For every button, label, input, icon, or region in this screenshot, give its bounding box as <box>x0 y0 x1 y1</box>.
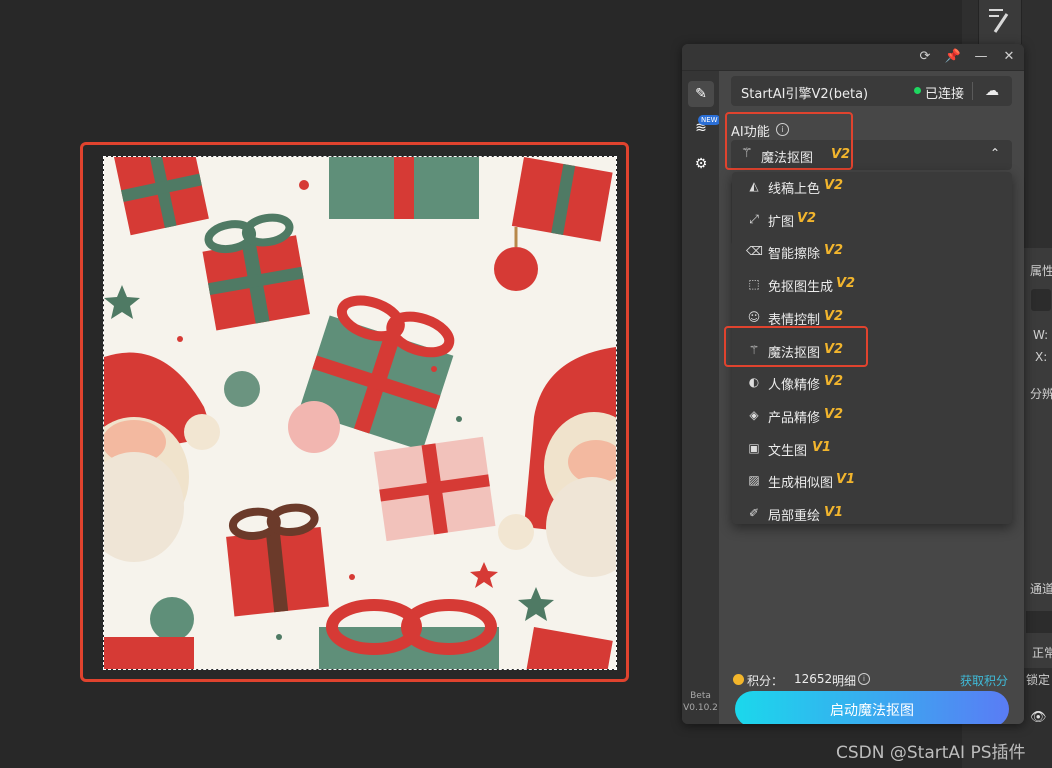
item-label: 免抠图生成 <box>768 280 834 296</box>
christmas-pattern-image[interactable] <box>103 156 617 670</box>
dropdown-item-similar-image[interactable]: ▨ 生成相似图 V1 <box>732 466 1012 496</box>
version-number: V0.10.2 <box>683 703 718 713</box>
eraser-icon: ⌫ <box>746 244 763 259</box>
edit-pen-icon[interactable]: ✎ <box>688 81 714 107</box>
ps-resolution-label: 分辨 <box>1030 387 1052 401</box>
engine-name: StartAI引擎V2(beta) <box>741 87 869 102</box>
close-icon[interactable]: ✕ <box>1000 48 1018 66</box>
item-version: V2 <box>824 243 844 259</box>
panel-titlebar: ⟳ 📌 — ✕ <box>682 44 1024 71</box>
smiley-icon: ☺ <box>747 309 761 324</box>
product-icon: ◈ <box>749 407 759 422</box>
magic-cutout-highlight <box>724 326 868 367</box>
ps-properties-panel <box>1022 248 1052 668</box>
credits-row: 积分： 12652 明细 i 获取积分 <box>731 671 1012 689</box>
ps-properties-label: 属性 <box>1030 264 1052 278</box>
new-badge: NEW <box>698 115 721 125</box>
dropdown-item-smart-erase[interactable]: ⌫ 智能擦除 V2 <box>732 237 1012 267</box>
dropdown-item-portrait-retouch[interactable]: ◐ 人像精修 V2 <box>732 368 1012 398</box>
get-credits-link[interactable]: 获取积分 <box>960 672 1008 689</box>
dropdown-item-lineart-color[interactable]: ◭ 线稿上色 V2 <box>732 172 1012 202</box>
coin-icon <box>733 674 744 685</box>
paint-bucket-icon: ◭ <box>749 179 759 193</box>
dropdown-item-product-retouch[interactable]: ◈ 产品精修 V2 <box>732 401 1012 431</box>
similar-image-icon: ▨ <box>748 473 760 488</box>
item-version: V2 <box>824 178 844 193</box>
item-version: V2 <box>824 308 844 324</box>
cloud-settings-icon[interactable]: ☁ <box>981 81 1003 101</box>
watermark: CSDN @StartAI PS插件 <box>836 743 1026 763</box>
brush-settings-icon <box>989 9 1009 33</box>
brush-icon: ✐ <box>748 506 760 520</box>
item-version: V2 <box>797 210 817 226</box>
dropdown-item-inpaint[interactable]: ✐ 局部重绘 V1 <box>732 499 1012 529</box>
item-version: V2 <box>836 276 856 292</box>
ps-channels-tab[interactable]: 通道 <box>1030 580 1052 597</box>
text-to-image-icon: ▣ <box>748 440 760 455</box>
item-label: 文生图 <box>768 443 808 459</box>
connection-status: 已连接 <box>925 87 965 102</box>
settings-gear-icon[interactable]: ⚙ <box>688 151 714 177</box>
pin-icon[interactable]: 📌 <box>944 48 962 66</box>
refresh-icon[interactable]: ⟳ <box>916 48 934 66</box>
item-label: 局部重绘 <box>768 509 821 524</box>
ps-brush-tool[interactable] <box>978 0 1022 44</box>
item-version: V2 <box>824 374 844 390</box>
divider <box>972 82 973 100</box>
ps-doc-button[interactable] <box>1031 289 1051 311</box>
item-label: 线稿上色 <box>768 182 821 197</box>
ai-function-highlight <box>725 112 853 170</box>
item-version: V1 <box>812 439 832 455</box>
dropdown-item-cutout-generate[interactable]: ⬚ 免抠图生成 V2 <box>732 270 1012 300</box>
item-label: 生成相似图 <box>768 476 834 492</box>
eye-icon[interactable]: 👁 <box>1030 710 1047 725</box>
info-icon[interactable]: i <box>858 673 870 685</box>
item-label: 表情控制 <box>768 312 821 328</box>
item-label: 智能擦除 <box>768 247 821 263</box>
ps-lock-label: 锁定 <box>1026 673 1051 687</box>
version-beta: Beta <box>690 691 711 701</box>
item-label: 产品精修 <box>768 410 821 426</box>
portrait-icon: ◐ <box>748 375 760 390</box>
item-version: V1 <box>824 505 844 520</box>
minimize-icon[interactable]: — <box>972 48 990 66</box>
item-version: V2 <box>824 406 844 422</box>
launch-magic-cutout-button[interactable]: 启动魔法抠图 <box>735 691 1009 724</box>
expand-icon: ⤢ <box>749 211 759 226</box>
item-label: 扩图 <box>768 214 795 230</box>
ps-blend-mode[interactable]: 正常 <box>1032 644 1052 661</box>
credits-detail-link[interactable]: 明细 <box>832 672 856 689</box>
credits-value: 12652 <box>794 672 833 686</box>
connection-status-dot <box>914 87 921 94</box>
ps-search-box[interactable] <box>1026 611 1052 633</box>
ps-w-label: W: <box>1033 328 1049 342</box>
cutout-generate-icon: ⬚ <box>748 277 760 292</box>
panel-side-nav: ✎ ≋ NEW ⚙ Beta V0.10.2 <box>682 71 721 724</box>
ps-x-label: X: <box>1035 350 1048 364</box>
engine-selector[interactable]: StartAI引擎V2(beta) 已连接 ☁ <box>731 76 1012 106</box>
dropdown-item-text-to-image[interactable]: ▣ 文生图 V1 <box>732 434 1012 464</box>
chevron-up-icon: ⌃ <box>989 146 1000 160</box>
item-version: V1 <box>836 472 856 488</box>
item-label: 人像精修 <box>768 378 821 394</box>
credits-label: 积分： <box>747 674 784 688</box>
dropdown-item-expand[interactable]: ⤢ 扩图 V2 <box>732 205 1012 235</box>
